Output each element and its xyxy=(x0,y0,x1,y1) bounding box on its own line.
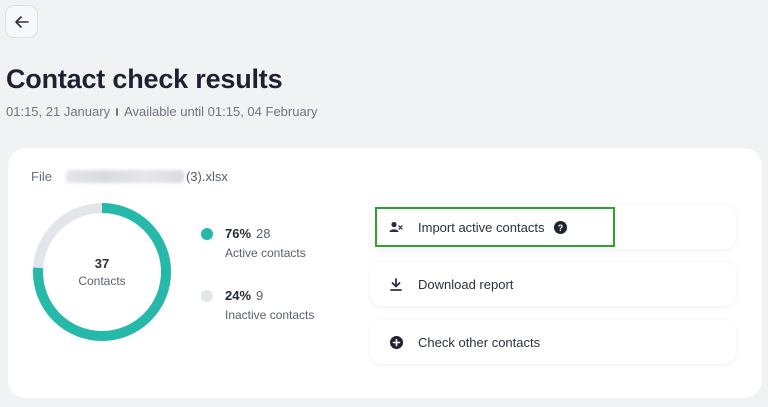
active-count: 28 xyxy=(256,226,271,241)
file-label: File xyxy=(31,169,52,184)
inactive-label: Inactive contacts xyxy=(225,308,315,322)
created-time: 01:15, 21 January xyxy=(6,104,111,119)
import-active-contacts-label: Import active contacts xyxy=(418,219,545,235)
download-report-label: Download report xyxy=(418,276,514,292)
page-meta: 01:15, 21 January Available until 01:15,… xyxy=(6,104,318,119)
file-row: File (3).xlsx xyxy=(31,169,228,184)
contacts-total: 37 xyxy=(94,256,110,271)
page-title: Contact check results xyxy=(6,64,283,94)
arrow-left-icon xyxy=(14,15,29,28)
results-card: File (3).xlsx 37 Contacts 76% 28 Active c… xyxy=(8,148,762,398)
back-button[interactable] xyxy=(5,5,38,38)
available-until: Available until 01:15, 04 February xyxy=(124,104,318,119)
check-other-contacts-button[interactable]: Check other contacts xyxy=(370,320,736,364)
active-percent: 76% xyxy=(225,226,252,241)
check-other-contacts-label: Check other contacts xyxy=(418,334,541,350)
contacts-total-label: Contacts xyxy=(78,274,126,288)
active-label: Active contacts xyxy=(225,246,306,260)
user-import-icon xyxy=(388,219,404,235)
help-icon[interactable]: ? xyxy=(554,220,568,234)
download-report-button[interactable]: Download report xyxy=(370,262,736,306)
svg-text:?: ? xyxy=(558,223,564,233)
plus-circle-icon xyxy=(388,334,404,350)
inactive-percent: 24% xyxy=(225,288,252,303)
download-icon xyxy=(388,276,404,292)
legend-dot-active xyxy=(201,228,213,240)
donut-center: 37 Contacts xyxy=(30,200,174,344)
file-name-redacted xyxy=(65,170,184,183)
import-active-contacts-button[interactable]: Import active contacts ? xyxy=(370,205,736,249)
file-name-suffix: (3).xlsx xyxy=(185,169,228,184)
inactive-count: 9 xyxy=(256,288,264,303)
separator xyxy=(116,107,119,116)
legend-dot-inactive xyxy=(201,290,213,302)
